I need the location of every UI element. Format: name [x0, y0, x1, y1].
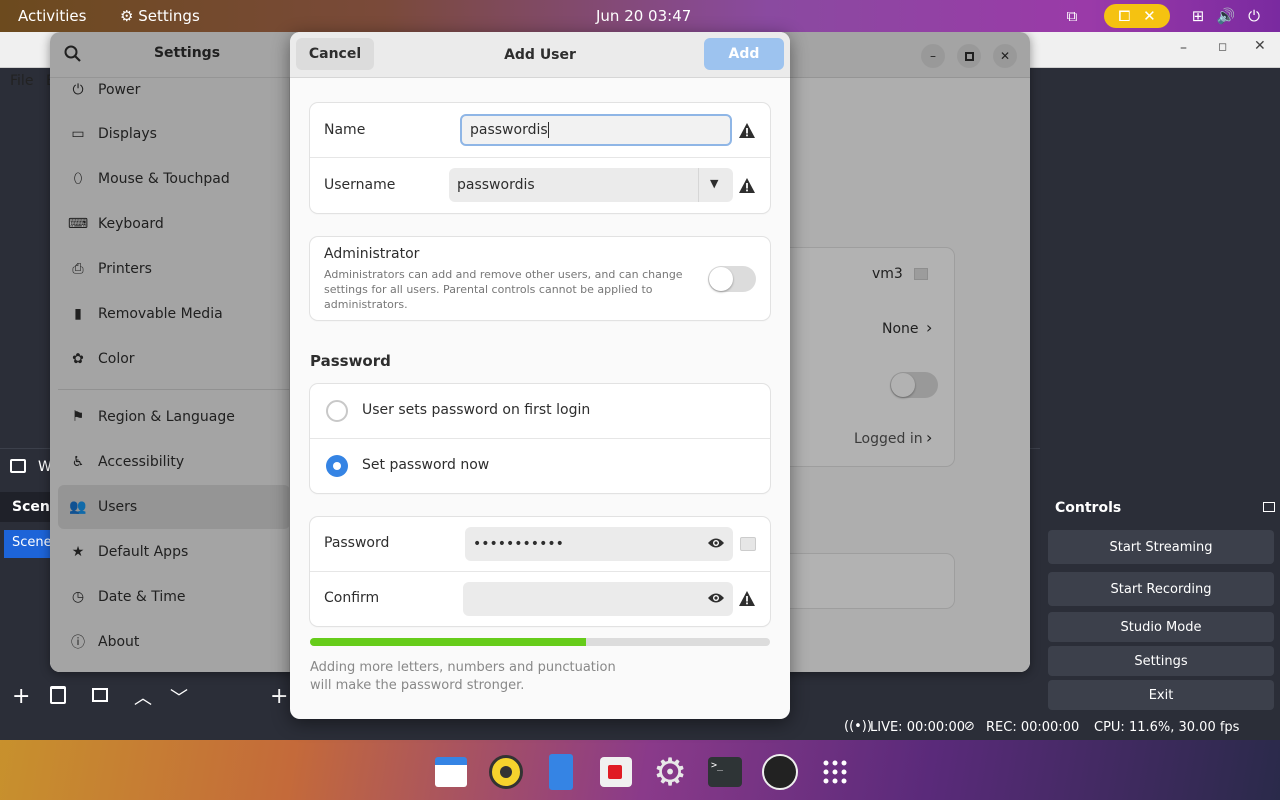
obs-controls-title: Controls	[1055, 500, 1122, 516]
obs-statusbar: ((•)) LIVE: 00:00:00 ⊘ REC: 00:00:00 CPU…	[0, 716, 1280, 740]
network-icon[interactable]: ⊞	[1188, 6, 1208, 26]
username-combo[interactable]: passwordis	[449, 168, 733, 202]
move-up-icon[interactable]: ︿	[134, 684, 152, 710]
row-separator	[310, 438, 770, 439]
app-menu[interactable]: ⚙ Settings	[120, 0, 200, 32]
screen-share-icon[interactable]: ⧉	[1062, 6, 1082, 26]
add-user-dialog: Cancel Add User Add Name passwordis User…	[290, 32, 790, 719]
password-strength-fill	[310, 638, 586, 646]
obs-minimize-icon[interactable]: –	[1180, 40, 1187, 56]
rec-icon: ⊘	[964, 719, 975, 734]
eye-icon[interactable]	[707, 591, 725, 605]
confirm-label: Confirm	[324, 590, 380, 606]
radio-first-login[interactable]	[326, 400, 348, 422]
name-field-value: passwordis	[470, 122, 548, 138]
activities-button[interactable]: Activities	[18, 0, 86, 32]
eye-icon[interactable]	[707, 536, 725, 550]
clock[interactable]: Jun 20 03:47	[596, 0, 691, 32]
warning-icon	[739, 591, 755, 606]
username-value: passwordis	[457, 177, 535, 193]
dialog-title: Add User	[504, 47, 576, 63]
password-mode-card: User sets password on first login Set pa…	[310, 384, 770, 493]
studio-mode-button[interactable]: Studio Mode	[1048, 612, 1274, 642]
terminal-app-icon[interactable]: >_	[705, 752, 745, 792]
app-menu-label: Settings	[138, 7, 200, 25]
name-field[interactable]: passwordis	[460, 114, 732, 146]
administrator-card: Administrator Administrators can add and…	[310, 237, 770, 320]
obs-scenes-header: Scene	[0, 492, 59, 522]
start-recording-button[interactable]: Start Recording	[1048, 572, 1274, 606]
files-app-icon[interactable]	[541, 752, 581, 792]
chevron-down-icon[interactable]: ▼	[710, 177, 718, 190]
add-button[interactable]: Add	[704, 38, 784, 70]
administrator-toggle[interactable]	[708, 266, 756, 292]
undock-icon[interactable]	[1263, 502, 1275, 512]
radio-set-now-label[interactable]: Set password now	[362, 457, 489, 473]
combo-divider	[698, 168, 699, 202]
obs-scene-item[interactable]: Scene	[4, 530, 52, 558]
dock	[0, 740, 1280, 800]
identity-card: Name passwordis Username passwordis ▼	[310, 103, 770, 213]
screen-sharing-indicator[interactable]: ⧠ ✕	[1104, 4, 1170, 28]
obs-close-icon[interactable]: ✕	[1254, 38, 1266, 54]
name-label: Name	[324, 122, 366, 138]
filters-icon[interactable]	[92, 688, 108, 702]
live-status: LIVE: 00:00:00	[870, 720, 966, 735]
start-streaming-button[interactable]: Start Streaming	[1048, 530, 1274, 564]
top-bar: Activities ⚙ Settings Jun 20 03:47 ⧉ ⧠ ✕…	[0, 0, 1280, 32]
password-field[interactable]: •••••••••••	[465, 527, 733, 561]
dialog-header: Cancel Add User Add	[290, 32, 790, 78]
cast-icon: ⧠	[1118, 7, 1131, 25]
settings-app-icon[interactable]: ⚙	[650, 752, 690, 792]
password-section-title: Password	[310, 352, 391, 370]
row-separator	[310, 157, 770, 158]
add-source-icon[interactable]: +	[270, 684, 288, 709]
radio-first-login-label[interactable]: User sets password on first login	[362, 402, 590, 418]
gear-icon: ⚙	[120, 7, 134, 25]
warning-icon	[739, 178, 755, 193]
software-app-icon[interactable]	[596, 752, 636, 792]
password-strength-bar	[310, 638, 770, 646]
live-icon: ((•))	[844, 719, 872, 734]
obs-menu-file[interactable]: File	[10, 73, 33, 89]
row-separator	[310, 571, 770, 572]
volume-icon[interactable]: 🔊	[1216, 6, 1236, 26]
remove-scene-icon[interactable]	[50, 686, 66, 704]
obs-scene-item-label: Scene	[12, 535, 52, 550]
password-label: Password	[324, 535, 390, 551]
administrator-description: Administrators can add and remove other …	[324, 268, 683, 311]
cpu-status: CPU: 11.6%, 30.00 fps	[1094, 720, 1240, 735]
cancel-button[interactable]: Cancel	[296, 38, 374, 70]
obs-scene-toolbar: + ︿ ﹀ +	[0, 680, 290, 716]
obs-maximize-icon[interactable]: ◻	[1218, 40, 1227, 53]
password-generate-icon[interactable]	[740, 537, 756, 551]
password-card: Password ••••••••••• Confirm	[310, 517, 770, 626]
exit-button[interactable]: Exit	[1048, 680, 1274, 710]
password-field-value: •••••••••••	[473, 536, 564, 552]
add-scene-icon[interactable]: +	[12, 684, 30, 709]
calendar-app-icon[interactable]	[431, 752, 471, 792]
rhythmbox-app-icon[interactable]	[486, 752, 526, 792]
move-down-icon[interactable]: ﹀	[170, 684, 188, 710]
username-label: Username	[324, 177, 396, 193]
show-apps-icon[interactable]	[815, 752, 855, 792]
obs-settings-button[interactable]: Settings	[1048, 646, 1274, 676]
window-icon	[10, 459, 26, 473]
confirm-password-field[interactable]	[463, 582, 733, 616]
password-hint: Adding more letters, numbers and punctua…	[310, 660, 616, 693]
close-icon: ✕	[1143, 7, 1156, 25]
obs-app-icon[interactable]	[760, 752, 800, 792]
rec-status: REC: 00:00:00	[986, 720, 1080, 735]
administrator-title: Administrator	[324, 246, 420, 262]
radio-set-now[interactable]	[326, 455, 348, 477]
warning-icon	[739, 123, 755, 138]
power-menu-icon[interactable]: ⏻	[1244, 6, 1264, 26]
